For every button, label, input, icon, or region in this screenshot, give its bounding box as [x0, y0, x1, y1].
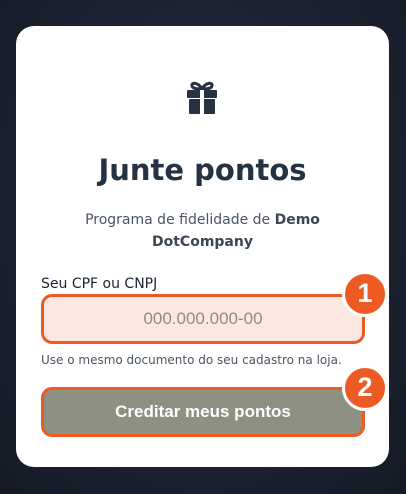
document-field	[41, 294, 365, 344]
page-title: Junte pontos	[98, 153, 307, 187]
document-field-label: Seu CPF ou CNPJ	[41, 276, 158, 292]
subtitle-prefix: Programa de fidelidade de	[85, 212, 275, 228]
submit-points-button[interactable]: Creditar meus pontos	[41, 387, 365, 437]
document-input[interactable]	[44, 297, 362, 341]
loyalty-subtitle: Programa de fidelidade de Demo DotCompan…	[56, 209, 349, 253]
step-2-badge: 2	[342, 365, 388, 411]
step-1-badge: 1	[342, 271, 388, 317]
gift-icon	[187, 81, 217, 114]
document-hint: Use o mesmo documento do seu cadastro na…	[41, 353, 342, 367]
loyalty-card: Junte pontos Programa de fidelidade de D…	[16, 26, 389, 467]
